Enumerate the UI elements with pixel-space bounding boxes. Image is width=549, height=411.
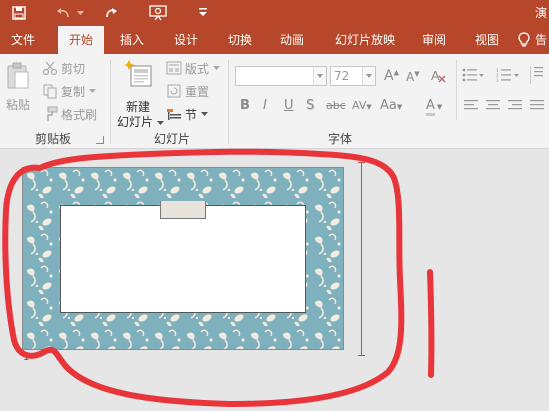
- red-annotation-overlay: [2, 148, 435, 407]
